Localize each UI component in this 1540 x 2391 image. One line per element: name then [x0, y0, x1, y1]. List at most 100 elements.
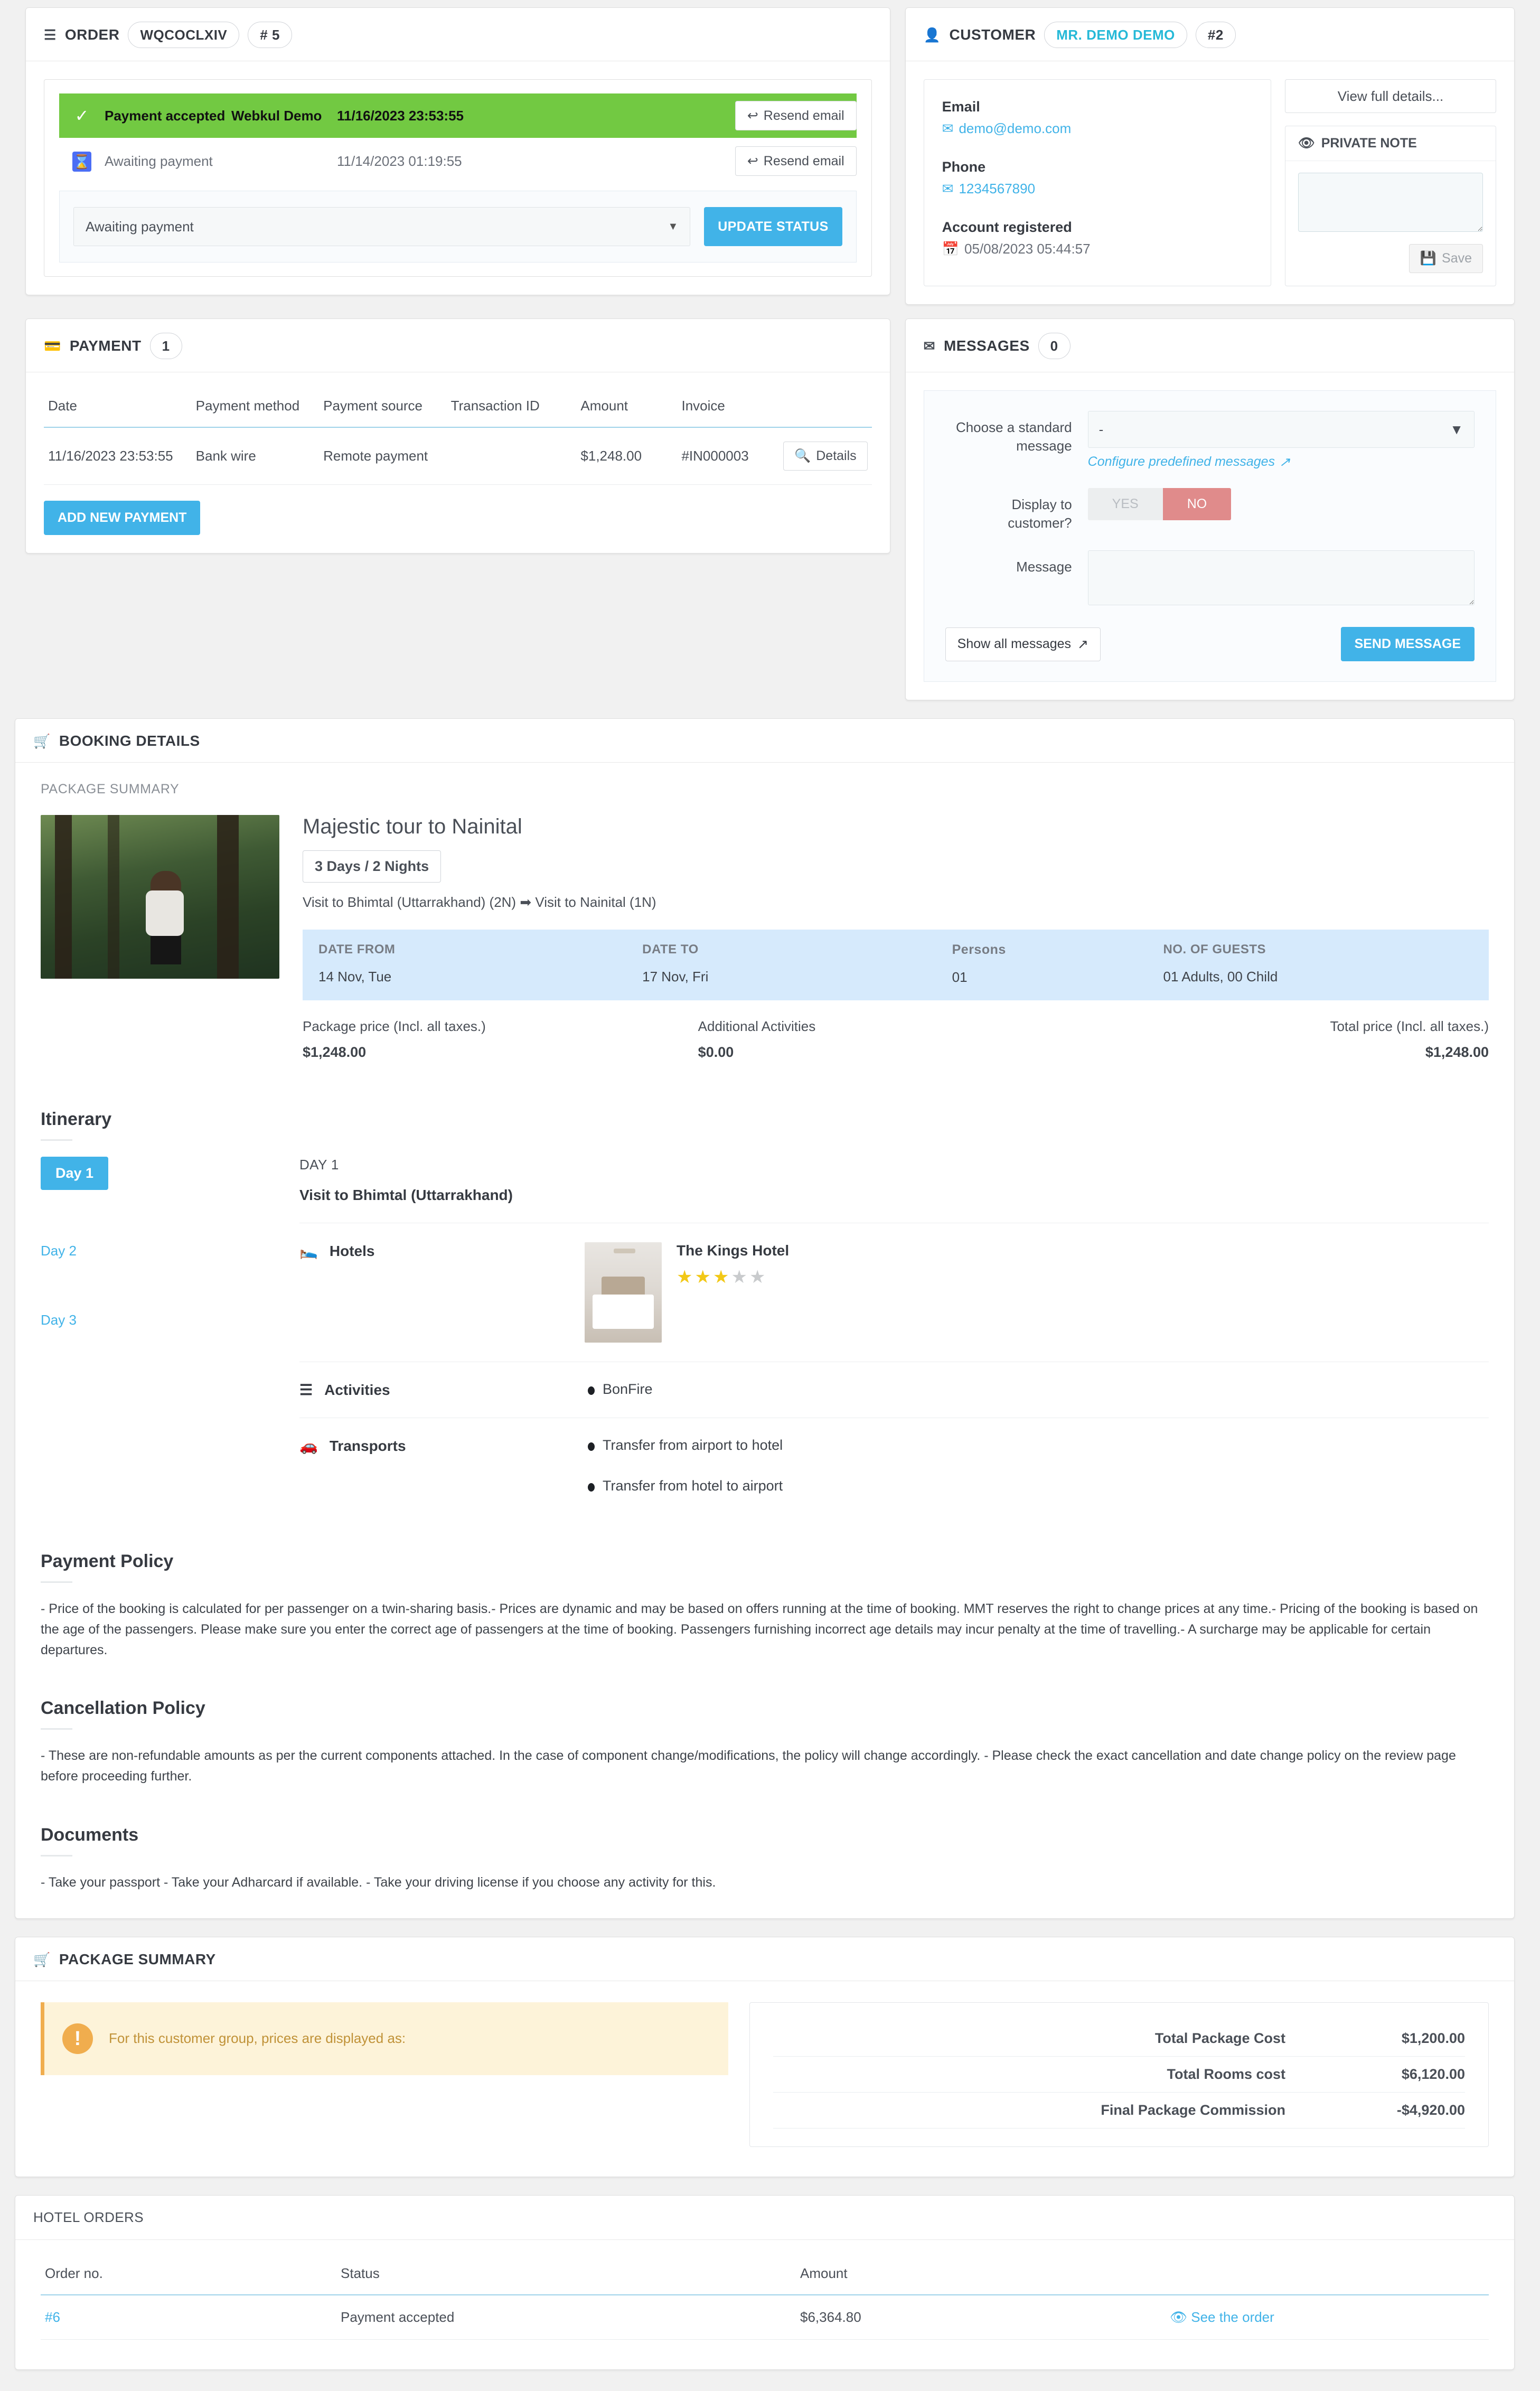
messages-title: MESSAGES	[943, 337, 1030, 354]
chevron-down-icon: ▼	[668, 220, 679, 232]
message-actions: Show all messages ↗ SEND MESSAGE	[945, 627, 1475, 662]
payment-policy-heading: Payment Policy	[41, 1551, 174, 1572]
payment-date: 11/16/2023 23:53:55	[44, 427, 192, 485]
order-status-box: ✓ Payment accepted Webkul Demo 11/16/202…	[44, 79, 872, 277]
package-totals-table: Total Package Cost $1,200.00 Total Rooms…	[749, 2002, 1489, 2147]
persons-value: 01	[952, 969, 968, 986]
hotel-orders-header: HOTEL ORDERS	[15, 2196, 1514, 2240]
standard-message-select[interactable]: - ▼	[1087, 411, 1475, 448]
package-summary-header: 🛒 PACKAGE SUMMARY	[15, 1937, 1514, 1981]
date-from-label: DATE FROM	[318, 942, 396, 957]
date-to-value: 17 Nov, Fri	[642, 969, 709, 985]
money-icon: 💳	[44, 338, 61, 354]
view-full-details-button[interactable]: View full details...	[1285, 79, 1496, 113]
price-display-alert: ! For this customer group, prices are di…	[41, 2002, 728, 2075]
car-icon: 🚗	[299, 1438, 318, 1455]
total-rooms-cost-value: $6,120.00	[1401, 2066, 1465, 2082]
show-all-messages-button[interactable]: Show all messages ↗	[945, 627, 1101, 661]
messages-count-pill: 0	[1038, 333, 1071, 359]
toggle-no-option[interactable]: NO	[1162, 488, 1232, 520]
package-price-label: Package price (Incl. all taxes.)	[303, 1018, 486, 1035]
payment-panel-body: Date Payment method Payment source Trans…	[26, 372, 890, 553]
list-icon: ☰	[299, 1382, 313, 1399]
payment-details-button[interactable]: 🔍 Details	[783, 442, 868, 471]
package-summary-subheading: PACKAGE SUMMARY	[41, 782, 180, 797]
booking-details-title: BOOKING DETAILS	[59, 733, 200, 749]
phone-value: 1234567890	[959, 181, 1036, 196]
external-link-icon: ↗	[1077, 636, 1088, 652]
display-to-customer-toggle[interactable]: YES NO	[1087, 488, 1232, 520]
table-row: Final Package Commission -$4,920.00	[773, 2093, 1465, 2129]
status-row-pending: ⌛ Awaiting payment 11/14/2023 01:19:55 ↩…	[59, 138, 857, 184]
col-status: Status	[336, 2257, 796, 2295]
star-icon: ★	[712, 1267, 731, 1288]
resend-email-button[interactable]: ↩ Resend email	[735, 146, 857, 176]
payment-details-label: Details	[816, 448, 857, 463]
total-price-value: $1,248.00	[1425, 1044, 1489, 1061]
reply-arrow-icon: ↩	[747, 108, 758, 123]
payment-panel-header: 💳 PAYMENT 1	[26, 319, 890, 372]
update-status-button[interactable]: UPDATE STATUS	[704, 207, 842, 246]
see-the-order-link[interactable]: 👁 See the order	[1170, 2309, 1274, 2325]
private-note-card: 👁 PRIVATE NOTE 💾 Save	[1285, 126, 1496, 286]
display-to-customer-row: Display to customer? YES NO	[945, 488, 1475, 532]
col-order-no: Order no.	[41, 2257, 336, 2295]
email-value-row[interactable]: ✉ demo@demo.com	[942, 120, 1253, 137]
user-icon: 👤	[923, 27, 941, 43]
private-note-textarea[interactable]	[1298, 173, 1483, 232]
check-icon: ✓	[74, 106, 89, 125]
col-transaction: Transaction ID	[446, 390, 577, 428]
save-note-button[interactable]: 💾 Save	[1408, 244, 1483, 273]
order-panel-header: ☰ ORDER WQCOCLXIV # 5	[26, 8, 890, 61]
documents-heading: Documents	[41, 1824, 139, 1845]
hotel-orders-table: Order no. Status Amount #6 Payment accep…	[41, 2257, 1489, 2340]
messages-panel: ✉ MESSAGES 0 Choose a standard message -…	[905, 318, 1515, 701]
toggle-yes-option[interactable]: YES	[1087, 488, 1163, 520]
hotel-orders-body: Order no. Status Amount #6 Payment accep…	[15, 2240, 1514, 2369]
list-item: Transfer from airport to hotel	[587, 1437, 783, 1454]
phone-value-row[interactable]: ✉ 1234567890	[942, 181, 1253, 197]
customer-name-pill[interactable]: MR. DEMO DEMO	[1044, 22, 1187, 48]
itinerary-day-tab-1[interactable]: Day 1	[41, 1157, 109, 1190]
itinerary-divider	[41, 1139, 72, 1141]
order-status-select[interactable]: Awaiting payment ▼	[73, 207, 691, 246]
booking-details-panel: 🛒 BOOKING DETAILS PACKAGE SUMMARY Majest…	[15, 718, 1515, 1919]
activities-label: Activities	[324, 1381, 390, 1398]
message-label: Message	[1016, 559, 1072, 575]
itinerary-day-kicker: DAY 1	[299, 1157, 339, 1173]
hotel-order-number-link[interactable]: #6	[45, 2309, 60, 2325]
send-message-button[interactable]: SEND MESSAGE	[1340, 627, 1475, 662]
documents-divider	[41, 1854, 72, 1856]
display-to-customer-label: Display to customer?	[1008, 496, 1072, 531]
status-date: 11/16/2023 23:53:55	[337, 107, 464, 124]
save-note-label: Save	[1442, 251, 1472, 266]
resend-email-button[interactable]: ↩ Resend email	[735, 101, 857, 130]
itinerary-activities-block: ☰ Activities BonFire	[299, 1362, 1489, 1418]
col-source: Payment source	[319, 390, 447, 428]
hotels-label: Hotels	[329, 1242, 375, 1259]
activities-list: BonFire	[585, 1381, 653, 1398]
customer-panel: 👤 CUSTOMER MR. DEMO DEMO #2 Email ✉ demo…	[905, 7, 1515, 305]
payment-panel: 💳 PAYMENT 1 Date Payment method Payment …	[25, 318, 890, 554]
chevron-down-icon: ▼	[1450, 421, 1463, 437]
col-method: Payment method	[191, 390, 320, 428]
phone-label: Phone	[942, 159, 986, 175]
package-summary-title: PACKAGE SUMMARY	[59, 1951, 216, 1967]
date-from-value: 14 Nov, Tue	[318, 969, 392, 985]
itinerary-day-tab-2[interactable]: Day 2	[41, 1243, 299, 1259]
standard-message-row: Choose a standard message - ▼ Configure …	[945, 411, 1475, 470]
itinerary-section: Day 1 Day 2 Day 3 DAY 1 Visit to Bhimtal…	[41, 1157, 1489, 1513]
total-rooms-cost-label: Total Rooms cost	[1167, 2066, 1285, 2082]
messages-panel-body: Choose a standard message - ▼ Configure …	[906, 372, 1514, 700]
star-icon: ★	[677, 1267, 695, 1288]
additional-activities-value: $0.00	[698, 1044, 734, 1061]
private-note-header: 👁 PRIVATE NOTE	[1285, 126, 1496, 161]
table-row: Total Rooms cost $6,120.00	[773, 2057, 1465, 2093]
second-row: 💳 PAYMENT 1 Date Payment method Payment …	[0, 305, 1540, 701]
configure-predefined-messages-link[interactable]: Configure predefined messages ↗	[1088, 454, 1290, 470]
message-textarea[interactable]	[1087, 550, 1475, 606]
add-new-payment-button[interactable]: ADD NEW PAYMENT	[44, 501, 201, 535]
registered-value-row: 📅 05/08/2023 05:44:57	[942, 241, 1253, 257]
itinerary-day-tab-3[interactable]: Day 3	[41, 1312, 299, 1328]
price-display-alert-text: For this customer group, prices are disp…	[109, 2030, 406, 2047]
